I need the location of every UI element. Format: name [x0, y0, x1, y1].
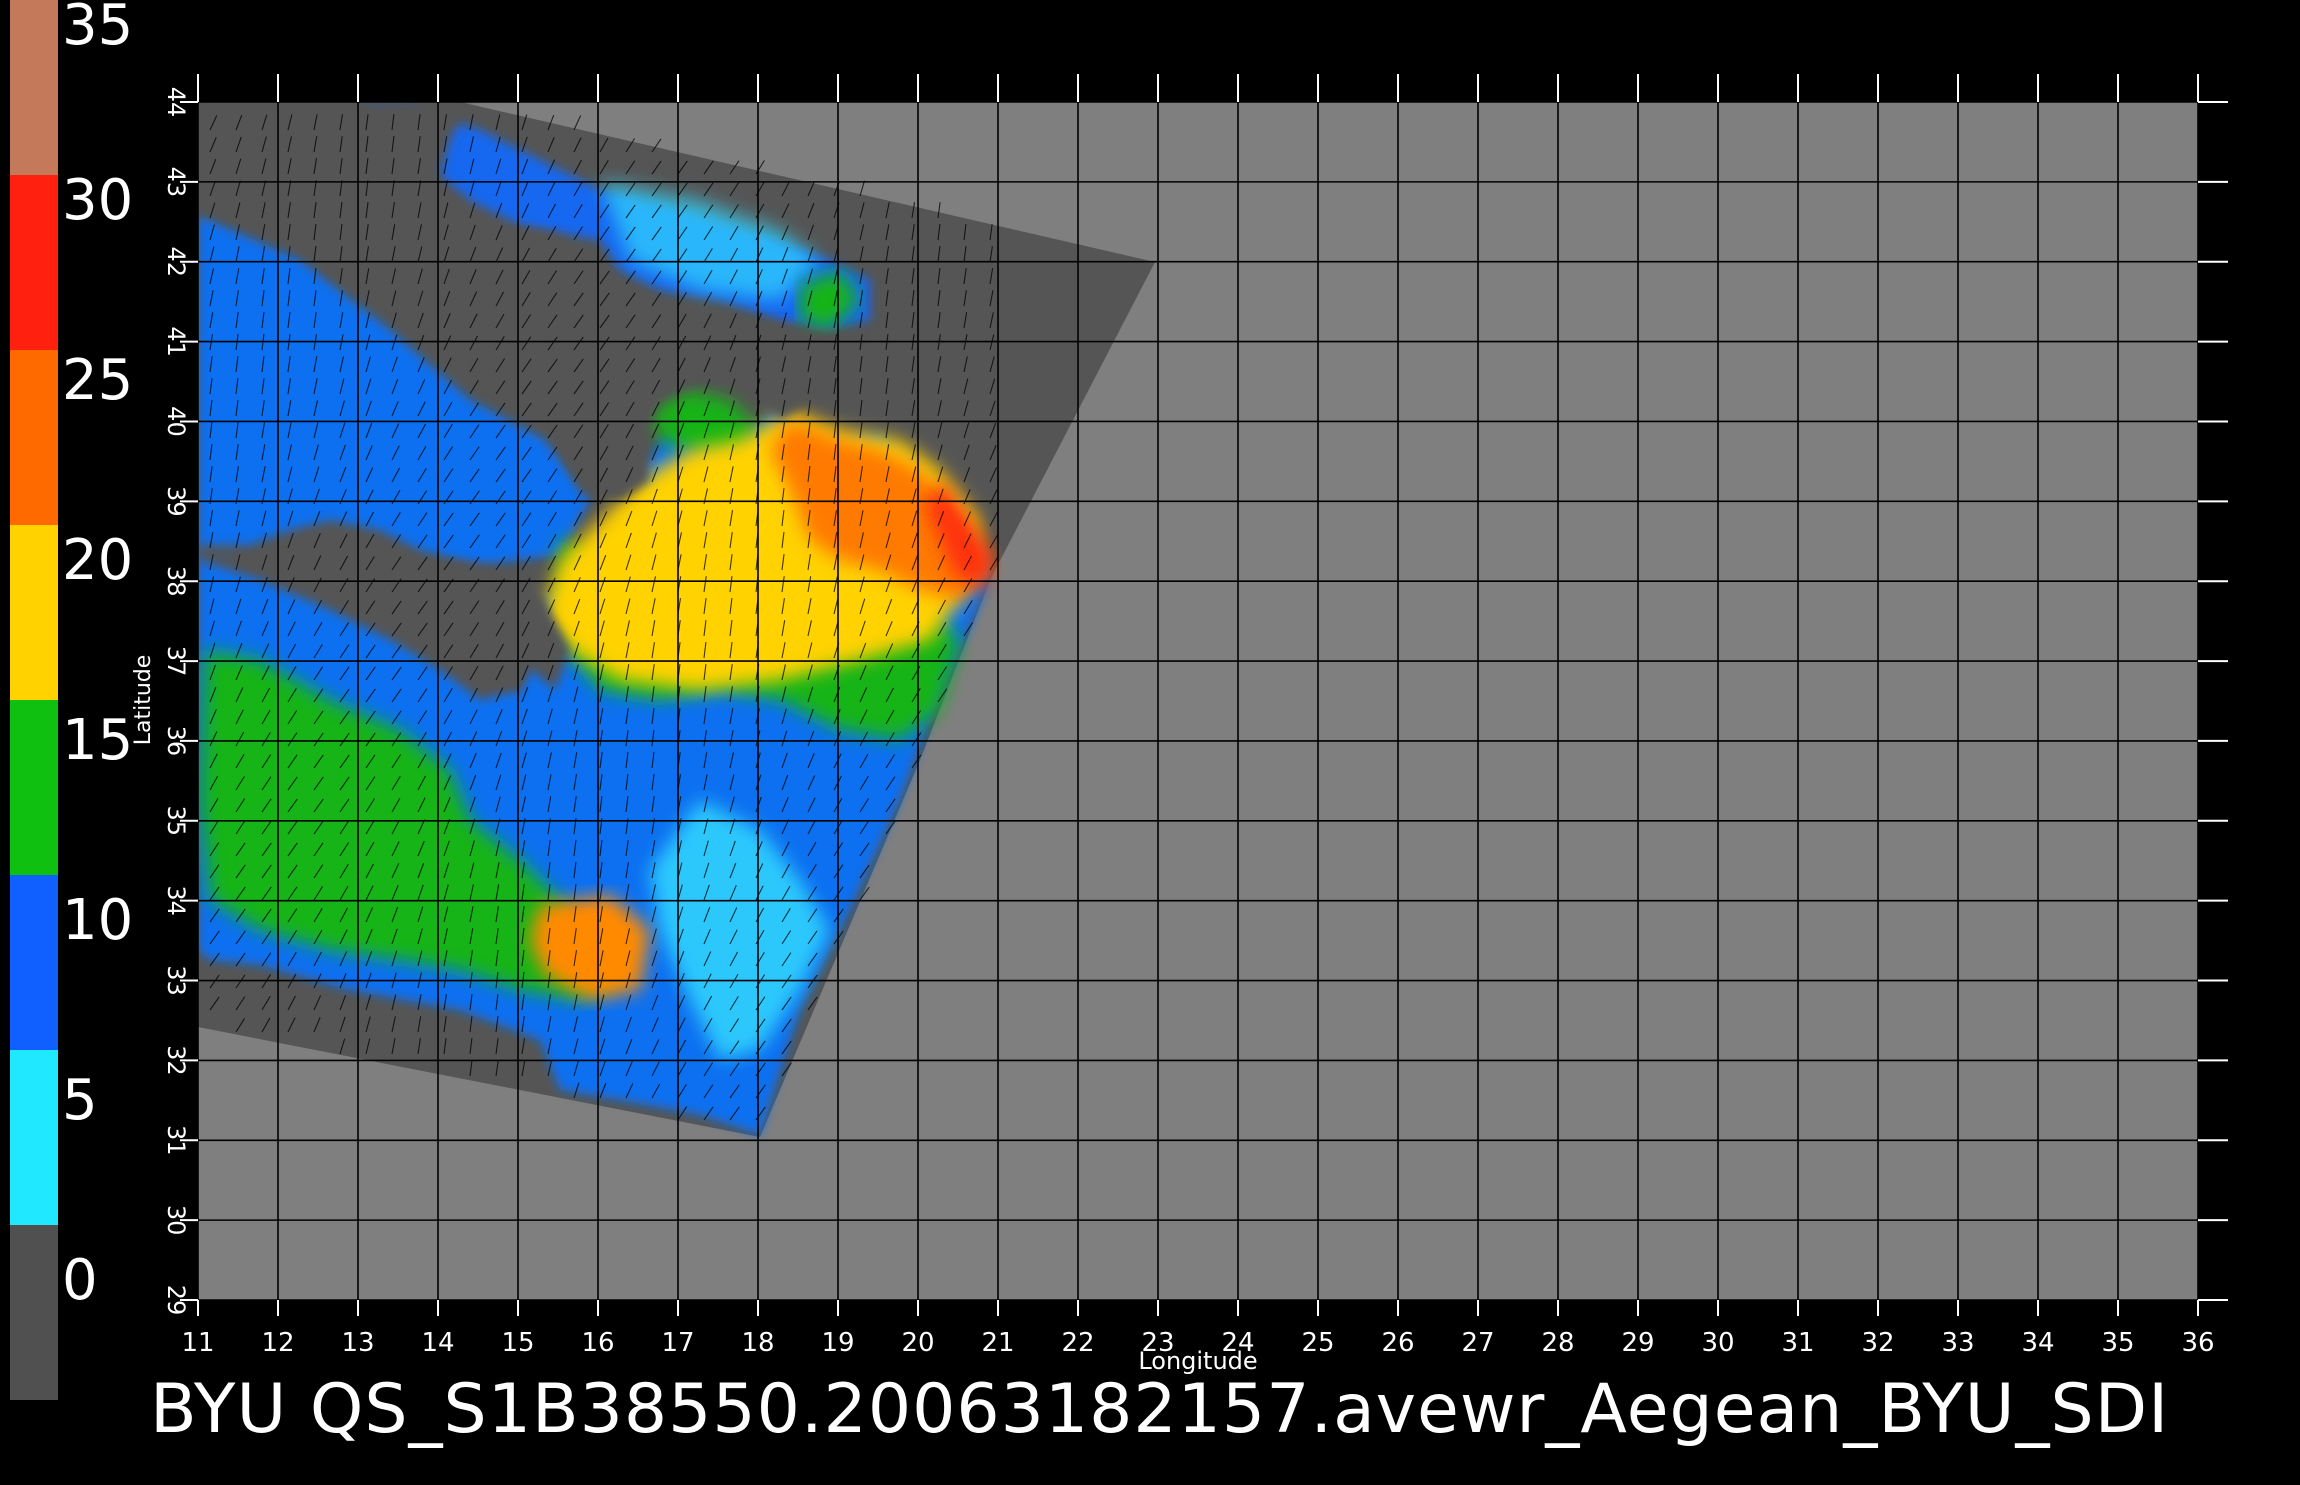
lon-tick-label: 31	[1781, 1328, 1814, 1358]
lat-tick-label: 36	[162, 726, 190, 757]
lon-tick-label: 30	[1701, 1328, 1734, 1358]
latitude-axis-title: Latitude	[131, 655, 156, 746]
colorbar-label-0: 0	[62, 1248, 98, 1313]
colorbar-label-25: 25	[62, 348, 133, 413]
colorbar-label-30: 30	[62, 168, 133, 233]
lat-tick-label: 37	[162, 646, 190, 677]
lon-tick-label: 22	[1061, 1328, 1094, 1358]
lon-tick-label: 17	[661, 1328, 694, 1358]
colorbar-labels: 35 30 25 20 15 10 5 0	[62, 0, 133, 1313]
lon-tick-label: 25	[1301, 1328, 1334, 1358]
lat-tick-label: 35	[162, 806, 190, 837]
wind-speed-colorbar	[10, 0, 58, 1400]
lat-tick-label: 38	[162, 566, 190, 597]
lat-tick-label: 39	[162, 486, 190, 517]
lat-tick-label: 43	[162, 167, 190, 198]
lon-tick-label: 15	[501, 1328, 534, 1358]
lat-tick-label: 30	[162, 1205, 190, 1236]
colorbar-label-35: 35	[62, 0, 133, 58]
lat-tick-label: 40	[162, 406, 190, 437]
lat-tick-label: 41	[162, 326, 190, 357]
lon-tick-label: 35	[2101, 1328, 2134, 1358]
colorbar-band	[10, 1225, 58, 1400]
lat-tick-label: 32	[162, 1045, 190, 1076]
lat-tick-label: 29	[162, 1285, 190, 1316]
colorbar-label-10: 10	[62, 888, 133, 953]
lat-tick-label: 42	[162, 246, 190, 277]
colorbar-label-20: 20	[62, 528, 133, 593]
colorbar-band	[10, 1050, 58, 1225]
map-svg: 35 30 25 20 15 10 5 0 11 12 13 14 15 16 …	[10, 0, 2228, 1449]
lon-tick-label: 32	[1861, 1328, 1894, 1358]
lon-tick-label: 12	[261, 1328, 294, 1358]
colorbar-band	[10, 0, 58, 175]
lon-tick-label: 34	[2021, 1328, 2054, 1358]
lon-tick-label: 13	[341, 1328, 374, 1358]
colorbar-band	[10, 875, 58, 1050]
lon-tick-label: 20	[901, 1328, 934, 1358]
lat-tick-label: 31	[162, 1125, 190, 1156]
map-figure: 35 30 25 20 15 10 5 0 11 12 13 14 15 16 …	[0, 0, 2300, 1480]
lon-tick-label: 28	[1541, 1328, 1574, 1358]
lon-tick-label: 14	[421, 1328, 454, 1358]
colorbar-label-15: 15	[62, 708, 133, 773]
latitude-tick-labels: 29 30 31 32 33 34 35 36 37 38 39 40 41 42 43 44	[162, 87, 190, 1316]
lon-tick-label: 36	[2181, 1328, 2214, 1358]
lon-tick-label: 33	[1941, 1328, 1974, 1358]
colorbar-label-5: 5	[62, 1068, 98, 1133]
lat-tick-label: 34	[162, 885, 190, 916]
lat-tick-label: 33	[162, 965, 190, 996]
colorbar-band	[10, 175, 58, 350]
lon-tick-label: 21	[981, 1328, 1014, 1358]
lon-tick-label: 27	[1461, 1328, 1494, 1358]
lon-tick-label: 29	[1621, 1328, 1654, 1358]
colorbar-band	[10, 700, 58, 875]
colorbar-band	[10, 350, 58, 525]
lon-tick-label: 16	[581, 1328, 614, 1358]
lon-tick-label: 26	[1381, 1328, 1414, 1358]
lon-tick-label: 11	[181, 1328, 214, 1358]
colorbar-band	[10, 525, 58, 700]
lon-tick-label: 19	[821, 1328, 854, 1358]
caption: BYU QS_S1B38550.20063182157.avewr_Aegean…	[150, 1370, 2169, 1449]
lon-tick-label: 18	[741, 1328, 774, 1358]
lat-tick-label: 44	[162, 87, 190, 118]
